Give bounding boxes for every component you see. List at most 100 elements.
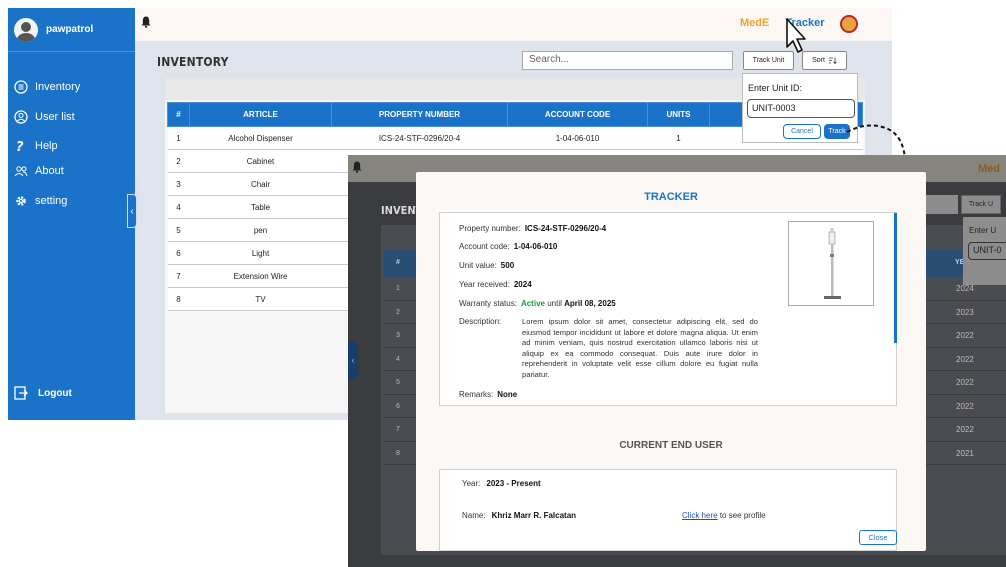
track-unit-button[interactable]: Track U: [961, 195, 1001, 214]
search-input[interactable]: Search...: [522, 51, 733, 70]
description-text: Lorem ipsum dolor sit amet, consectetur …: [522, 317, 758, 379]
sidebar-item-label: setting: [35, 195, 68, 207]
table-cell-num: 3: [396, 332, 400, 339]
logout-button[interactable]: Logout: [14, 386, 72, 400]
users-icon: [14, 166, 28, 177]
table-cell-article: Extension Wire: [189, 264, 332, 288]
column-header[interactable]: #: [167, 102, 190, 127]
sidebar-item-inventory[interactable]: Inventory: [14, 78, 80, 96]
alcohol-dispenser-image: [824, 228, 841, 299]
table-cell-num: 7: [167, 264, 190, 288]
table-cell-year: 2022: [956, 354, 974, 364]
brand-seal-icon: [840, 15, 858, 33]
mouse-pointer-icon: [786, 18, 806, 53]
table-cell-num: 1: [167, 126, 190, 150]
field-value: Khriz Marr R. Falcatan: [491, 511, 577, 520]
cancel-button[interactable]: Cancel: [783, 124, 821, 139]
year-received-field: Year received: 2024: [459, 280, 532, 289]
sidebar-item-user-list[interactable]: User list: [14, 108, 75, 126]
question-icon: ?: [16, 140, 24, 153]
logout-icon: [14, 386, 28, 400]
table-cell-num: 8: [167, 287, 190, 311]
user-year-field: Year: 2023 - Present: [462, 479, 541, 488]
table-cell-property: ICS-24-STF-0296/20-4: [331, 126, 508, 150]
sort-icon: [828, 57, 837, 64]
table-cell-num: 8: [396, 449, 400, 457]
table-cell-article: Light: [189, 241, 332, 265]
sidebar-collapse-button[interactable]: ‹: [127, 194, 137, 228]
table-cell-account: 1-04-06-010: [507, 126, 648, 150]
column-header[interactable]: ACCOUNT CODE: [507, 102, 648, 127]
table-cell-year: 2022: [956, 425, 974, 434]
sidebar: pawpatrol Inventory User list ? Help Abo…: [8, 8, 135, 420]
sidebar-user[interactable]: pawpatrol: [8, 8, 135, 52]
tracker-modal: TRACKER Property number: ICS-24-STF-0296/…: [416, 172, 926, 551]
table-cell-year: 2024: [956, 284, 974, 293]
unit-value-field: Unit value: 500: [459, 261, 514, 270]
description-label: Description:: [459, 317, 502, 326]
user-name: pawpatrol: [46, 24, 94, 35]
table-cell-num: 6: [167, 241, 190, 265]
table-cell-article: Chair: [189, 172, 332, 196]
profile-link[interactable]: Click here: [682, 511, 718, 520]
end-user-card: Year: 2023 - Present Name: Khriz Marr R. F…: [439, 469, 897, 551]
column-header: #: [396, 259, 400, 266]
user-circle-icon: [14, 110, 28, 124]
bell-icon[interactable]: [352, 161, 362, 173]
table-cell-article: Alcohol Dispenser: [189, 126, 332, 150]
table-cell-year: 2023: [956, 307, 974, 317]
unit-id-label: Enter Unit ID:: [748, 83, 803, 93]
user-name-field: Name: Khriz Marr R. Falcatan: [462, 511, 576, 520]
table-cell-num: 5: [396, 379, 400, 386]
field-value: ICS-24-STF-0296/20-4: [524, 224, 607, 233]
track-unit-popover-dimmed: Enter U UNIT-0: [963, 217, 1006, 285]
sort-button[interactable]: Sort: [802, 51, 847, 70]
table-cell-year: 2021: [956, 448, 974, 458]
warranty-active-badge: Active: [520, 299, 545, 308]
unit-id-input[interactable]: UNIT-0003: [747, 99, 855, 118]
sidebar-item-label: Inventory: [35, 81, 81, 93]
table-cell-article: Table: [189, 195, 332, 219]
table-cell-num: 6: [396, 402, 400, 410]
close-button[interactable]: Close: [859, 530, 897, 545]
avatar: [14, 17, 38, 42]
warranty-until: until: [547, 299, 562, 308]
svg-text:?: ?: [16, 140, 24, 153]
account-code-field: Account code: 1-04-06-010: [459, 242, 557, 251]
table-cell-num: 4: [396, 355, 400, 363]
sidebar-item-help[interactable]: ? Help: [14, 137, 58, 155]
sort-label: Sort: [812, 57, 825, 64]
gear-icon: [16, 196, 26, 206]
field-value: None: [497, 390, 518, 399]
table-cell-year: 2022: [956, 378, 974, 387]
field-value: 1-04-06-010: [513, 242, 558, 251]
sidebar-item-about[interactable]: About: [14, 162, 64, 180]
field-label: Remarks:: [459, 390, 494, 399]
bell-icon[interactable]: [141, 16, 151, 28]
warranty-status-field: Warranty status: Active until April 08, 2…: [459, 299, 616, 308]
unit-id-input[interactable]: UNIT-0: [968, 242, 1006, 260]
field-label: Year received:: [459, 280, 510, 289]
property-number-field: Property number: ICS-24-STF-0296/20-4: [459, 224, 606, 233]
table-cell-units: 1: [647, 126, 710, 150]
table-cell-year: 2022: [956, 331, 974, 340]
page-title: INVENTORY: [157, 55, 229, 69]
brand-part1: MedE: [740, 17, 770, 29]
column-header[interactable]: PROPERTY NUMBER: [331, 102, 508, 127]
unit-id-label: Enter U: [969, 226, 997, 235]
sidebar-collapse-button[interactable]: ‹: [348, 341, 358, 379]
field-value: 500: [500, 261, 515, 270]
scrollbar[interactable]: [894, 213, 897, 343]
track-unit-popover: Enter Unit ID: UNIT-0003 Cancel Track: [742, 73, 858, 143]
field-label: Year:: [462, 479, 481, 488]
field-label: Name:: [462, 511, 486, 520]
column-header[interactable]: ARTICLE: [189, 102, 332, 127]
column-header[interactable]: UNITS: [647, 102, 710, 127]
track-unit-label: Track Unit: [752, 57, 785, 64]
sidebar-item-setting[interactable]: setting: [14, 192, 67, 210]
table-cell-num: 7: [396, 426, 400, 433]
remarks-field: Remarks: None: [459, 390, 517, 399]
sidebar-item-label: About: [35, 165, 64, 177]
brand-logo-text: MedE Tracker: [740, 17, 825, 29]
modal-title: TRACKER: [644, 191, 698, 203]
